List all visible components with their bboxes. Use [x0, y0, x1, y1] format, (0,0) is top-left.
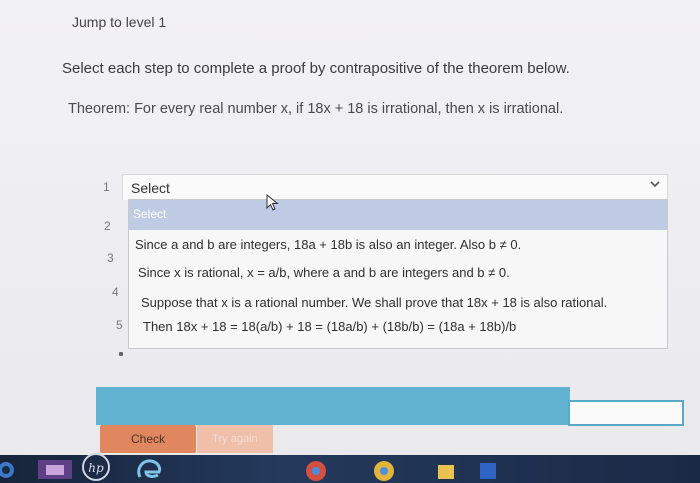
- word-app-icon[interactable]: [478, 457, 498, 481]
- step-marker: [119, 352, 123, 356]
- start-swirl-icon[interactable]: [0, 457, 20, 481]
- hp-logo-icon: hp: [82, 453, 110, 481]
- edge-browser-icon[interactable]: [134, 457, 164, 481]
- photos-app-icon[interactable]: [36, 457, 74, 481]
- chevron-down-icon: [649, 178, 661, 193]
- chrome-browser-icon[interactable]: [372, 457, 396, 481]
- option-step-suppose[interactable]: Suppose that x is a rational number. We …: [141, 295, 607, 310]
- file-explorer-icon[interactable]: [436, 457, 456, 481]
- select-current-value: Select: [131, 180, 170, 196]
- step-number-1: 1: [103, 180, 110, 194]
- option-step-integers[interactable]: Since a and b are integers, 18a + 18b is…: [135, 237, 521, 252]
- theorem-text: Theorem: For every real number x, if 18x…: [68, 101, 564, 117]
- option-step-x-rational[interactable]: Since x is rational, x = a/b, where a an…: [138, 265, 510, 280]
- option-label: Select: [133, 207, 167, 221]
- step-1-options-list: Select Since a and b are integers, 18a +…: [128, 199, 668, 349]
- step-number-3: 3: [107, 251, 114, 265]
- option-step-then[interactable]: Then 18x + 18 = 18(a/b) + 18 = (18a/b) +…: [143, 319, 516, 334]
- chrome-browser-icon[interactable]: [304, 457, 328, 481]
- step-number-2: 2: [104, 219, 111, 233]
- check-button[interactable]: Check: [100, 425, 196, 453]
- step-number-4: 4: [112, 285, 119, 299]
- option-select-highlighted[interactable]: Select: [129, 200, 667, 230]
- progress-bar: [96, 387, 570, 425]
- mouse-cursor-icon: [266, 193, 280, 217]
- progress-level-box: [568, 400, 684, 426]
- step-1-select[interactable]: Select: [122, 174, 668, 200]
- step-number-5: 5: [116, 318, 123, 332]
- jump-to-level-link[interactable]: Jump to level 1: [72, 14, 166, 30]
- instructions-text: Select each step to complete a proof by …: [62, 60, 570, 77]
- zybooks-activity: Jump to level 1 Select each step to comp…: [0, 0, 700, 453]
- try-again-button[interactable]: Try again: [197, 425, 273, 453]
